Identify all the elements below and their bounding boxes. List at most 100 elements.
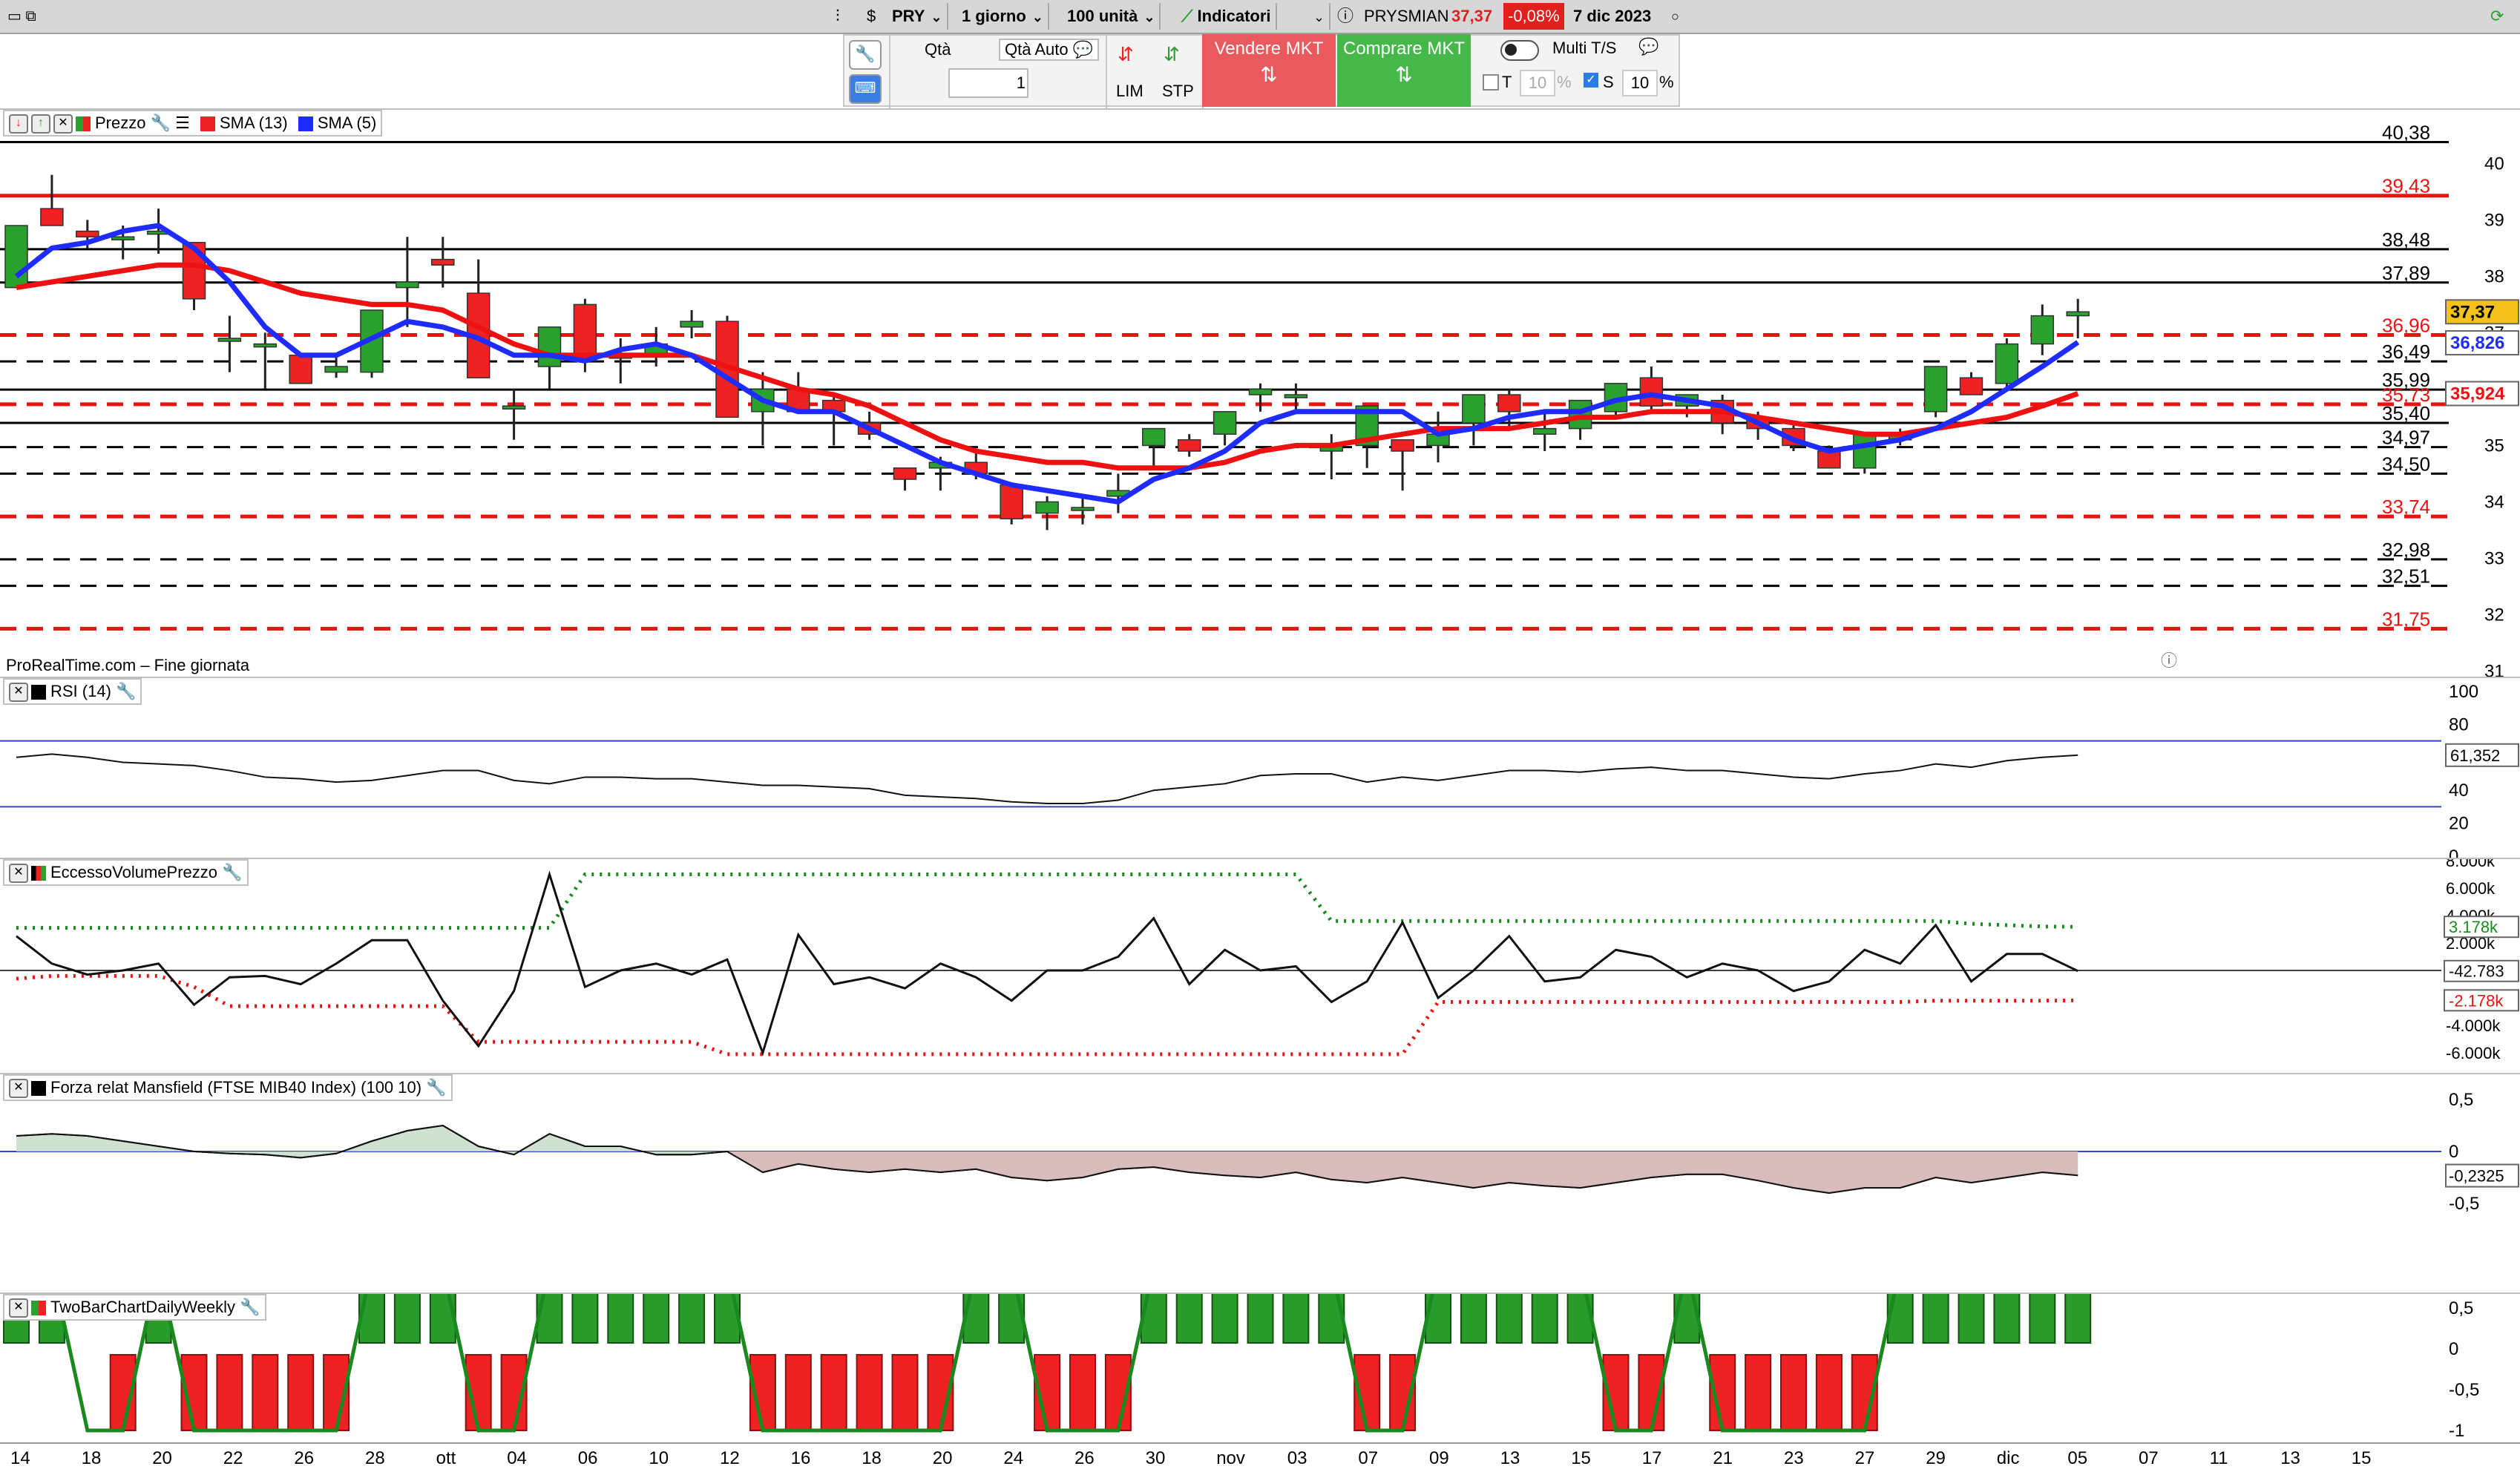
twobar-down-bar: [1745, 1354, 1772, 1431]
x-tick-label: 23: [1784, 1448, 1804, 1468]
twobar-up-bar: [1958, 1294, 1985, 1344]
units-select[interactable]: 100 unità ⌄: [1063, 3, 1161, 30]
s-value-input[interactable]: 10: [1622, 70, 1658, 96]
x-tick-label: 26: [294, 1448, 315, 1468]
twobar-up-bar: [1460, 1294, 1487, 1344]
last-price-tag: 37,37: [2450, 302, 2495, 322]
info-icon[interactable]: ⓘ: [1333, 3, 1358, 30]
twobar-up-bar: [643, 1294, 670, 1344]
x-tick-label: 18: [81, 1448, 102, 1468]
level-label: 36,49: [2382, 341, 2430, 363]
buy-icon: ⇅: [1395, 63, 1413, 86]
twobar-legend: ✕ TwoBarChartDailyWeekly 🔧: [3, 1294, 266, 1321]
qty-auto-button[interactable]: Qtà Auto 💬: [999, 39, 1100, 61]
close-icon[interactable]: ✕: [9, 683, 28, 703]
candle-body: [1213, 411, 1237, 435]
x-tick-label: 12: [720, 1448, 740, 1468]
t-pct-label: %: [1557, 73, 1572, 91]
y-tick-label: 0,5: [2449, 1090, 2473, 1110]
x-tick-label: 07: [2139, 1448, 2159, 1468]
status-dot-icon: ○: [1671, 9, 1679, 24]
candle-body: [2066, 311, 2090, 317]
data-source-label: ProRealTime.com – Fine giornata: [6, 656, 250, 674]
lim-icon[interactable]: ⇵: [1118, 43, 1134, 66]
t-checkbox[interactable]: [1483, 74, 1499, 91]
close-icon[interactable]: ✕: [9, 864, 28, 884]
twobar-up-bar: [1211, 1294, 1238, 1344]
timeframe-select[interactable]: 1 giorno ⌄: [957, 3, 1049, 30]
twobar-up-bar: [1993, 1294, 2021, 1344]
sell-market-button[interactable]: Vendere MKT ⇅: [1202, 34, 1336, 107]
twobar-up-bar: [678, 1294, 706, 1344]
mansfield-legend: ✕ Forza relat Mansfield (FTSE MIB40 Index…: [3, 1074, 453, 1101]
x-tick-label: 10: [649, 1448, 669, 1468]
y-tick-label: -1: [2449, 1421, 2464, 1441]
buy-market-button[interactable]: Comprare MKT ⇅: [1337, 34, 1471, 107]
window-menu-icon[interactable]: ▭ ⧉: [3, 3, 41, 30]
candle-body: [253, 343, 278, 348]
x-tick-label: 18: [862, 1448, 882, 1468]
candle-body: [1532, 427, 1557, 435]
candle-body: [537, 326, 562, 367]
x-tick-label: nov: [1216, 1448, 1245, 1468]
x-tick-label: 30: [1145, 1448, 1166, 1468]
sell-label: Vendere MKT: [1214, 39, 1324, 59]
wrench-icon[interactable]: 🔧: [849, 40, 882, 70]
wrench-icon[interactable]: 🔧: [426, 1078, 446, 1097]
y-tick-label: 31: [2484, 661, 2504, 678]
x-tick-label: 14: [10, 1448, 30, 1468]
indicators-button[interactable]: ⟋ Indicatori: [1177, 3, 1277, 30]
twobar-down-bar: [287, 1354, 315, 1431]
x-tick-label: 20: [932, 1448, 953, 1468]
s-checkbox[interactable]: ✓: [1584, 73, 1598, 88]
stp-label[interactable]: STP: [1162, 82, 1194, 101]
rsi-chart[interactable]: 10080604020061,352: [0, 678, 2520, 859]
twobar-chart[interactable]: 0,50-0,5-111: [0, 1294, 2520, 1442]
mansfield-negative-area: [727, 1151, 2078, 1193]
wrench-icon[interactable]: 🔧: [222, 863, 242, 881]
x-tick-label: 26: [1074, 1448, 1095, 1468]
instrument-price: 37,37: [1451, 7, 1493, 25]
rsi-label: RSI (14): [50, 682, 111, 700]
y-tick-label: -0,5: [2449, 1194, 2479, 1214]
refresh-icon[interactable]: ⟳: [2486, 3, 2508, 30]
x-tick-label: 05: [2067, 1448, 2088, 1468]
candle-body: [1000, 484, 1023, 519]
symbol-select[interactable]: PRY ⌄: [887, 3, 948, 30]
t-value-input[interactable]: 10: [1520, 70, 1555, 96]
instrument-change: -0,08%: [1503, 3, 1564, 30]
chat-icon[interactable]: 💬: [1638, 37, 1658, 56]
buy-label: Comprare MKT: [1342, 39, 1466, 59]
price-chart[interactable]: 4039383736353433323140,3839,4338,4837,89…: [0, 110, 2520, 678]
keyboard-icon[interactable]: ⌨: [849, 74, 882, 104]
chart-type-icon[interactable]: ⫶: [831, 3, 844, 30]
twobar-down-bar: [820, 1354, 847, 1431]
volume-legend: ✕ EccessoVolumePrezzo 🔧: [3, 859, 249, 886]
qty-input[interactable]: [948, 68, 1028, 98]
y-tick-label: 8.000k: [2446, 859, 2496, 870]
indicators-dropdown[interactable]: ⌄: [1303, 3, 1331, 30]
mansfield-chart[interactable]: 0,5 0 -0,5 -0,2325: [0, 1074, 2520, 1294]
wrench-icon[interactable]: 🔧: [240, 1298, 260, 1316]
candle-body: [1995, 343, 2019, 384]
candle-body: [4, 225, 28, 289]
close-icon[interactable]: ✕: [9, 1298, 28, 1318]
t-label: T: [1502, 73, 1512, 91]
twobar-down-bar: [1815, 1354, 1843, 1431]
y-tick-label: 35: [2484, 436, 2504, 456]
close-icon[interactable]: ✕: [9, 1079, 28, 1099]
mansfield-panel: 0,5 0 -0,5 -0,2325 ✕ Forza relat Mansfield (…: [0, 1073, 2520, 1294]
x-tick-label: 09: [1429, 1448, 1449, 1468]
lim-label[interactable]: LIM: [1116, 82, 1143, 101]
dollar-icon[interactable]: $: [862, 3, 880, 30]
x-tick-label: 06: [577, 1448, 598, 1468]
x-tick-label: 28: [365, 1448, 385, 1468]
x-tick-label: dic: [1996, 1448, 2020, 1468]
excess-lower-line: [16, 973, 2078, 1057]
volume-chart[interactable]: 8.000k6.000k4.000k2.000k0-4.000k-6.000k3…: [0, 859, 2520, 1074]
mansfield-label: Forza relat Mansfield (FTSE MIB40 Index)…: [50, 1078, 422, 1097]
multi-ts-toggle[interactable]: [1500, 40, 1539, 61]
stp-icon[interactable]: ⇵: [1164, 43, 1180, 66]
twobar-up-bar: [1922, 1294, 1949, 1344]
wrench-icon[interactable]: 🔧: [116, 682, 136, 700]
